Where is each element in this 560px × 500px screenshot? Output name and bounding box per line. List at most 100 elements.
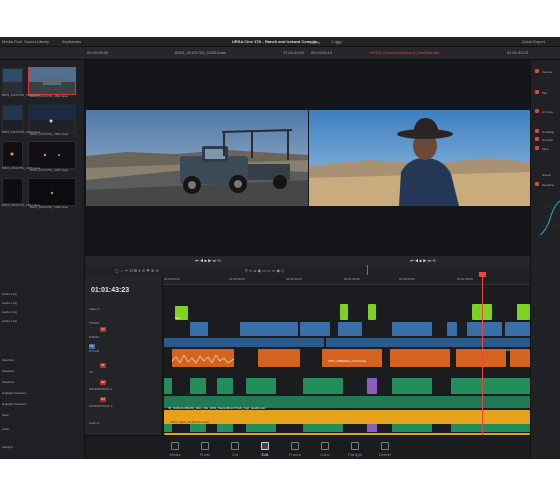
- video-clip[interactable]: [467, 322, 502, 336]
- inspector-pan[interactable]: Pan: [542, 91, 547, 96]
- soundtrack-clip[interactable]: [190, 378, 206, 394]
- page-tab-media[interactable]: Media: [160, 442, 190, 458]
- left-panel-item[interactable]: Audio 2 (A): [2, 301, 17, 306]
- toggle-icon[interactable]: [535, 137, 539, 141]
- toggle-icon[interactable]: [535, 69, 539, 73]
- toggle-icon[interactable]: [535, 109, 539, 113]
- soundtrack-clip[interactable]: [451, 378, 530, 394]
- dylan-clip[interactable]: A003_02092011...: [326, 338, 530, 352]
- vo-audio-clip[interactable]: [258, 349, 300, 367]
- page-tab-fairlight[interactable]: Fairlight: [340, 442, 370, 458]
- toggle-icon[interactable]: [535, 146, 539, 150]
- timeline-playhead[interactable]: [482, 275, 483, 435]
- record-viewer[interactable]: [309, 110, 530, 206]
- timeline-ruler[interactable]: 01:00:00:00 01:00:30:00 01:01:00:00 01:0…: [162, 275, 530, 285]
- clip-thumbnail[interactable]: [28, 141, 76, 169]
- toggle-icon[interactable]: [535, 90, 539, 94]
- ruler-tick: 01:01:30:00: [344, 277, 360, 281]
- clip-name: B003_02101760_C006.braw: [30, 168, 69, 172]
- inspector-ai-voice-2[interactable]: AI Voice: [542, 138, 553, 143]
- project-title: URSA Cine 17K - Ranch and Iceland Compil…: [232, 39, 318, 44]
- vo-audio-clip[interactable]: [390, 349, 450, 367]
- vo-audio-clip[interactable]: [172, 349, 234, 367]
- left-panel-item[interactable]: Selection: [2, 369, 14, 374]
- page-tab-photo[interactable]: Photo: [190, 442, 220, 458]
- page-tab-color[interactable]: Color: [310, 442, 340, 458]
- soundtrack-clip[interactable]: [392, 378, 432, 394]
- inspector-volume[interactable]: Volume: [542, 70, 552, 75]
- toggle-icon[interactable]: [535, 129, 539, 133]
- soundtrack-clip[interactable]: [367, 378, 377, 394]
- video-clip[interactable]: [190, 322, 208, 336]
- equalizer-graph[interactable]: [540, 191, 560, 241]
- clip-thumbnail[interactable]: [2, 68, 23, 94]
- left-panel-item[interactable]: Selection: [2, 380, 14, 385]
- edit-tools[interactable]: ▢ ⇔ ✂ ⊡ ⊞ ⌖ ⊘ ⚑ ⊕ ⊖: [115, 268, 159, 273]
- track-name: TITLES: [89, 321, 100, 325]
- video-clip[interactable]: [338, 322, 362, 336]
- left-panel-item[interactable]: Audio 3 (A): [2, 310, 17, 315]
- page-tab-cut[interactable]: Cut: [220, 442, 250, 458]
- dylan-clip[interactable]: [164, 338, 324, 347]
- clip-thumbnail[interactable]: [28, 178, 76, 206]
- page-tab-edit[interactable]: Edit: [250, 442, 280, 458]
- left-panel-item[interactable]: Highlight Selection: [2, 391, 27, 396]
- zoom-level[interactable]: 49%: [312, 40, 320, 45]
- soundtrack-clip[interactable]: [246, 378, 276, 394]
- clip-thumbnail-selected[interactable]: [28, 67, 76, 95]
- inspector-ai-voice[interactable]: AI Voice: [542, 110, 553, 115]
- soundtrack-clip[interactable]: [164, 378, 172, 394]
- soundtrack-clip[interactable]: [303, 378, 343, 394]
- music-clip[interactable]: 01_SoftlyAndBoldly_Wav_44k_16bit_StereoM…: [164, 396, 530, 419]
- video-clip[interactable]: [300, 322, 330, 336]
- left-panel-item[interactable]: Audio 4 (A): [2, 319, 17, 324]
- left-panel-item[interactable]: Highlight Selection: [2, 402, 27, 407]
- track-id[interactable]: A3: [100, 397, 106, 402]
- left-panel-item[interactable]: Audio: [2, 427, 10, 432]
- media-pool-toggle[interactable]: Media Pool: [2, 39, 22, 44]
- inspector-mute[interactable]: Mute: [542, 147, 549, 152]
- video-clip[interactable]: [240, 322, 298, 336]
- inspector-speed[interactable]: Speed: [542, 173, 551, 178]
- timeline-name[interactable]: URSA_RanchAndIceland_DuelWander: [370, 50, 439, 55]
- title-clip[interactable]: [340, 304, 348, 320]
- clip-thumbnail[interactable]: [2, 178, 23, 204]
- clip-thumbnail[interactable]: [2, 105, 23, 131]
- quick-export-button[interactable]: Quick Export: [522, 39, 545, 44]
- snap-tools[interactable]: ⚲ ∞ ⊿ ◉ ▭ ▭ ▭ ◆ ◇: [245, 268, 284, 273]
- left-panel-item[interactable]: Audio 1 (A): [2, 292, 17, 297]
- keyframes-toggle[interactable]: Keyframes: [62, 39, 81, 44]
- toggle-icon[interactable]: [535, 182, 539, 186]
- track-id[interactable]: V2: [100, 327, 106, 332]
- inspector-ai-dialog[interactable]: AI Dialog: [542, 130, 554, 135]
- a4-clip[interactable]: A004_Dylan_Reflections.wav: [164, 410, 530, 424]
- source-viewer[interactable]: [86, 110, 308, 206]
- video-clip[interactable]: [392, 322, 432, 336]
- vo-audio-clip[interactable]: A001_02092011_C012.braw: [322, 349, 382, 367]
- vo-audio-clip[interactable]: [510, 349, 530, 367]
- video-clip[interactable]: [447, 322, 457, 336]
- page-tab-deliver[interactable]: Deliver: [370, 442, 400, 458]
- playhead-handle[interactable]: [479, 272, 486, 277]
- edit-toolbar: ▢ ⇔ ✂ ⊡ ⊞ ⌖ ⊘ ⚑ ⊕ ⊖ ⚲ ∞ ⊿ ◉ ▭ ▭ ▭ ◆ ◇: [85, 266, 530, 275]
- title-clip[interactable]: [368, 304, 376, 320]
- frame-rate[interactable]: 24: [336, 40, 340, 45]
- left-panel-item[interactable]: Mark: [2, 413, 9, 418]
- play-controls[interactable]: ⏮ ◀ ■ ▶ ⏭ ⟲: [195, 258, 221, 263]
- track-id[interactable]: A2: [100, 380, 106, 385]
- vo-audio-clip[interactable]: [456, 349, 506, 367]
- clip-thumbnail[interactable]: [2, 141, 23, 167]
- track-name: Audio 4: [89, 421, 100, 425]
- soundtrack-clip[interactable]: [217, 378, 233, 394]
- sound-library-toggle[interactable]: Sound Library: [24, 39, 49, 44]
- title-clip[interactable]: Text: [175, 306, 188, 320]
- left-panel-item[interactable]: Fairlight: [2, 445, 13, 450]
- title-clip[interactable]: [517, 304, 530, 320]
- page-tab-fusion[interactable]: Fusion: [280, 442, 310, 458]
- left-panel-item[interactable]: Selection: [2, 358, 14, 363]
- track-id[interactable]: A1: [100, 363, 106, 368]
- inspector-equalizer[interactable]: Equalizer: [542, 183, 555, 188]
- clip-thumbnail[interactable]: [28, 105, 76, 133]
- video-clip[interactable]: [505, 322, 530, 336]
- play-controls-record[interactable]: ⏮ ◀ ■ ▶ ⏭ ⟲: [410, 258, 436, 263]
